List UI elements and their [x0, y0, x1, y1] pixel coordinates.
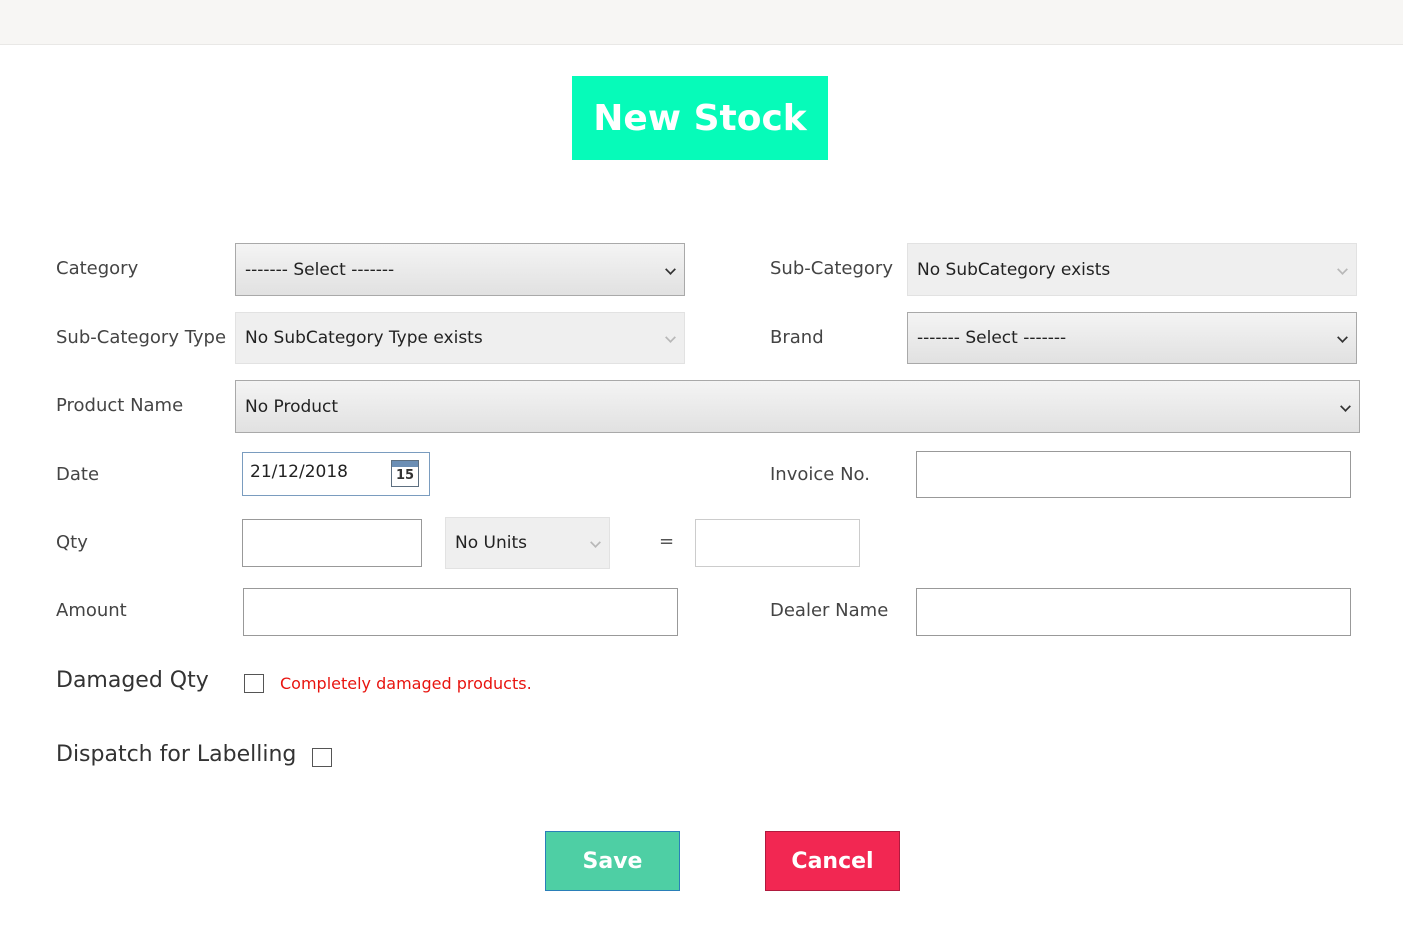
qty-input[interactable]	[242, 519, 422, 567]
units-select[interactable]: No Units	[445, 517, 610, 569]
chevron-down-icon	[665, 332, 676, 343]
dealer-name-label: Dealer Name	[770, 600, 889, 621]
category-select-value: ------- Select -------	[245, 259, 395, 280]
damaged-note: Completely damaged products.	[280, 674, 532, 693]
equals-sign: =	[659, 531, 675, 552]
sub-category-select[interactable]: No SubCategory exists	[907, 243, 1357, 296]
top-bar	[0, 0, 1403, 45]
product-name-select-value: No Product	[245, 396, 339, 417]
product-name-select[interactable]: No Product	[235, 380, 1360, 433]
brand-label: Brand	[770, 327, 824, 348]
date-picker[interactable]: 21/12/2018 15	[242, 452, 430, 496]
dispatch-checkbox[interactable]	[312, 748, 332, 767]
sub-category-select-value: No SubCategory exists	[917, 259, 1111, 280]
date-value: 21/12/2018	[250, 462, 348, 482]
brand-select-value: ------- Select -------	[917, 328, 1067, 348]
damaged-qty-checkbox[interactable]	[244, 674, 264, 693]
save-button[interactable]: Save	[545, 831, 680, 891]
date-label: Date	[56, 464, 100, 485]
chevron-down-icon	[590, 537, 601, 548]
category-label: Category	[56, 258, 139, 279]
chevron-down-icon	[1337, 332, 1348, 343]
damaged-qty-label: Damaged Qty	[56, 668, 209, 693]
calendar-icon[interactable]: 15	[391, 460, 419, 487]
units-select-value: No Units	[455, 533, 527, 553]
product-name-label: Product Name	[56, 395, 184, 416]
chevron-down-icon	[665, 263, 676, 275]
sub-category-label: Sub-Category	[770, 258, 893, 279]
dispatch-label: Dispatch for Labelling	[56, 742, 297, 767]
chevron-down-icon	[1340, 400, 1351, 412]
brand-select[interactable]: ------- Select -------	[907, 312, 1357, 364]
amount-label: Amount	[56, 600, 127, 621]
category-select[interactable]: ------- Select -------	[235, 243, 685, 296]
sub-category-type-select[interactable]: No SubCategory Type exists	[235, 312, 685, 364]
sub-category-type-label: Sub-Category Type	[56, 327, 227, 348]
invoice-no-input[interactable]	[916, 451, 1351, 498]
calendar-icon-day: 15	[395, 468, 415, 483]
dealer-name-input[interactable]	[916, 588, 1351, 636]
page-title: New Stock	[572, 76, 828, 160]
chevron-down-icon	[1337, 263, 1348, 275]
cancel-button[interactable]: Cancel	[765, 831, 900, 891]
qty-label: Qty	[56, 532, 88, 553]
amount-input[interactable]	[243, 588, 678, 636]
qty-result-input[interactable]	[695, 519, 860, 567]
invoice-no-label: Invoice No.	[770, 464, 870, 485]
sub-category-type-select-value: No SubCategory Type exists	[245, 328, 483, 348]
